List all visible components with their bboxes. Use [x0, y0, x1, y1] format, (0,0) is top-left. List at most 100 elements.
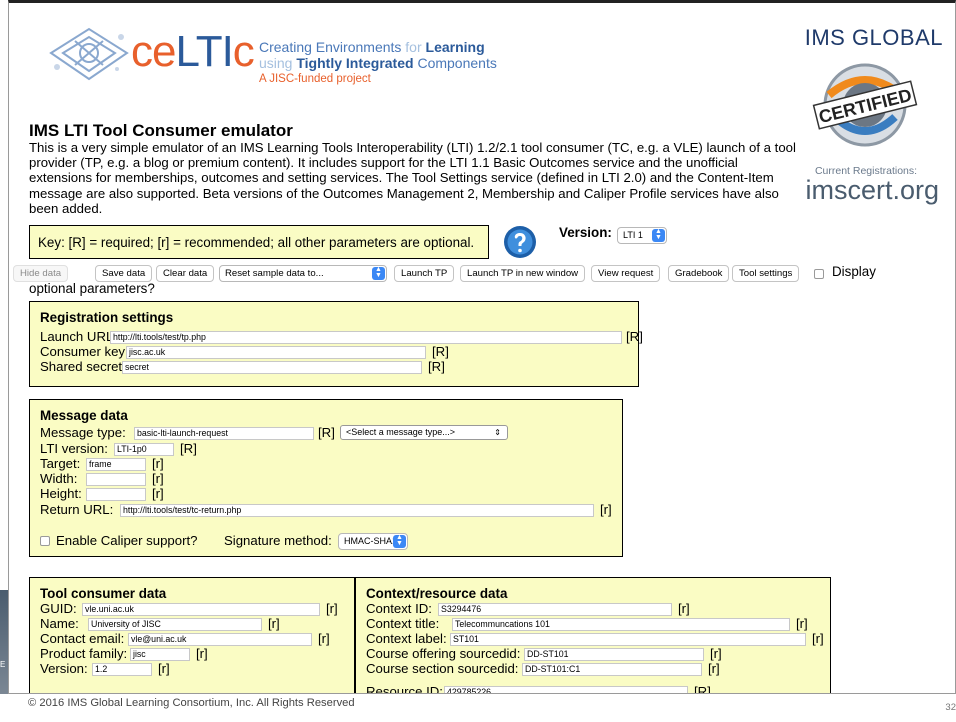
resource-id-input[interactable]: 429785226 [444, 686, 688, 693]
shared-secret-input[interactable]: secret [122, 361, 422, 374]
width-recommended-tag: [r] [152, 471, 164, 486]
context-label-recommended-tag: [r] [812, 631, 824, 646]
registration-settings-panel: Registration settings Launch URL: http:/… [29, 301, 643, 387]
tc-name-input[interactable]: University of JISC [88, 618, 262, 631]
target-label: Target: [40, 456, 81, 471]
celtic-tagline: Creating Environments for Learning using… [259, 39, 497, 85]
celtic-knot-logo-icon [49, 27, 129, 81]
consumer-key-input[interactable]: jisc.ac.uk [126, 346, 426, 359]
ims-certified-seal-icon: CERTIFIED [812, 63, 918, 147]
registration-settings-title: Registration settings [40, 310, 174, 325]
target-recommended-tag: [r] [152, 456, 164, 471]
message-type-select-value: <Select a message type...> [346, 427, 456, 437]
save-data-button[interactable]: Save data [95, 265, 153, 282]
version-select[interactable]: LTI 1 ▲ ▼ [617, 227, 667, 244]
width-input[interactable] [86, 473, 146, 486]
target-input[interactable]: frame [86, 458, 146, 471]
return-url-input[interactable]: http://lti.tools/test/tc-return.php [120, 504, 594, 517]
consumer-key-label: Consumer key: [40, 344, 129, 359]
background-window-label: E [0, 660, 6, 669]
message-type-required-tag: [R] [318, 425, 335, 440]
intro-paragraph: This is a very simple emulator of an IMS… [29, 140, 796, 216]
height-input[interactable] [86, 488, 146, 501]
course-section-recommended-tag: [r] [708, 661, 720, 676]
width-label: Width: [40, 471, 78, 486]
return-url-label: Return URL: [40, 502, 114, 517]
height-label: Height: [40, 486, 82, 501]
resource-id-label: Resource ID: [366, 684, 443, 694]
product-family-label: Product family: [40, 646, 128, 661]
context-resource-data-panel: Context/resource data Context ID: S32944… [355, 577, 831, 694]
context-id-input[interactable]: S3294476 [438, 603, 672, 616]
page-title: IMS LTI Tool Consumer emulator [29, 121, 293, 140]
signature-method-value: HMAC-SHA1 [344, 536, 398, 546]
clear-data-button[interactable]: Clear data [156, 265, 215, 282]
contact-email-input[interactable]: vle@uni.ac.uk [128, 633, 312, 646]
select-arrows-icon: ▲ ▼ [372, 266, 385, 280]
product-family-input[interactable]: jisc [130, 648, 190, 661]
signature-method-label: Signature method: [224, 533, 332, 548]
browser-content-frame: ceLTIc Creating Environments for Learnin… [8, 0, 956, 694]
course-offering-recommended-tag: [r] [710, 646, 722, 661]
tc-version-input[interactable]: 1.2 [92, 663, 152, 676]
display-optional-label: Display [832, 264, 876, 279]
resource-id-required-tag: [R] [694, 684, 711, 694]
gradebook-button[interactable]: Gradebook [668, 265, 730, 282]
tc-name-label: Name: [40, 616, 79, 631]
copyright-footer: © 2016 IMS Global Learning Consortium, I… [28, 697, 355, 709]
message-type-select[interactable]: <Select a message type...> ⇕ [340, 425, 508, 440]
signature-method-select[interactable]: HMAC-SHA1 ▲ ▼ [338, 533, 408, 550]
context-title-label: Context title: [366, 616, 440, 631]
course-offering-sourcedid-label: Course offering sourcedid: [366, 646, 521, 661]
tc-version-label: Version: [40, 661, 88, 676]
context-id-label: Context ID: [366, 601, 432, 616]
help-icon[interactable] [503, 225, 537, 259]
tool-settings-button[interactable]: Tool settings [732, 265, 800, 282]
lti-version-required-tag: [R] [180, 441, 197, 456]
version-label: Version: [559, 225, 612, 240]
context-title-input[interactable]: Telecommuncations 101 [452, 618, 790, 631]
return-url-recommended-tag: [r] [600, 502, 612, 517]
guid-label: GUID: [40, 601, 77, 616]
view-request-button[interactable]: View request [591, 265, 661, 282]
height-recommended-tag: [r] [152, 486, 164, 501]
context-label-label: Context label: [366, 631, 447, 646]
launch-url-label: Launch URL: [40, 329, 117, 344]
ims-global-title: IMS GLOBAL [804, 25, 943, 50]
context-label-input[interactable]: ST101 [450, 633, 806, 646]
message-type-input[interactable]: basic-lti-launch-request [134, 427, 314, 440]
key-legend-box: Key: [R] = required; [r] = recommended; … [29, 225, 489, 259]
course-offering-sourcedid-input[interactable]: DD-ST101 [524, 648, 704, 661]
consumer-key-required-tag: [R] [432, 344, 449, 359]
context-id-recommended-tag: [r] [678, 601, 690, 616]
hide-data-button[interactable]: Hide data [13, 265, 69, 282]
guid-input[interactable]: vle.uni.ac.uk [82, 603, 320, 616]
lti-version-input[interactable]: LTI-1p0 [114, 443, 174, 456]
launch-url-required-tag: [R] [626, 329, 643, 344]
context-resource-data-title: Context/resource data [366, 586, 508, 601]
context-title-recommended-tag: [r] [796, 616, 808, 631]
launch-tp-new-window-button[interactable]: Launch TP in new window [460, 265, 586, 282]
version-select-value: LTI 1 [623, 230, 643, 240]
select-arrows-icon: ▲ ▼ [393, 534, 406, 548]
reset-sample-data-select[interactable]: Reset sample data to... ▲ ▼ [219, 265, 387, 282]
tc-version-recommended-tag: [r] [158, 661, 170, 676]
slide-page-number: 32 [945, 702, 956, 713]
caliper-support-checkbox[interactable] [40, 536, 50, 546]
reset-sample-data-value: Reset sample data to... [225, 268, 324, 279]
display-optional-checkbox[interactable] [814, 269, 824, 279]
key-legend-text: Key: [R] = required; [r] = recommended; … [38, 235, 475, 250]
ims-cert-url[interactable]: imscert.org [805, 175, 939, 206]
tool-consumer-data-title: Tool consumer data [40, 586, 167, 601]
guid-recommended-tag: [r] [326, 601, 338, 616]
background-window-strip [0, 590, 8, 694]
message-type-label: Message type: [40, 425, 126, 440]
product-family-recommended-tag: [r] [196, 646, 208, 661]
launch-url-input[interactable]: http://lti.tools/test/tp.php [110, 331, 622, 344]
launch-tp-button[interactable]: Launch TP [394, 265, 455, 282]
select-arrows-icon: ▲ ▼ [652, 228, 665, 242]
contact-email-recommended-tag: [r] [318, 631, 330, 646]
message-data-title: Message data [40, 408, 128, 423]
course-section-sourcedid-input[interactable]: DD-ST101:C1 [522, 663, 702, 676]
tool-consumer-data-panel: Tool consumer data GUID: vle.uni.ac.uk [… [29, 577, 355, 693]
